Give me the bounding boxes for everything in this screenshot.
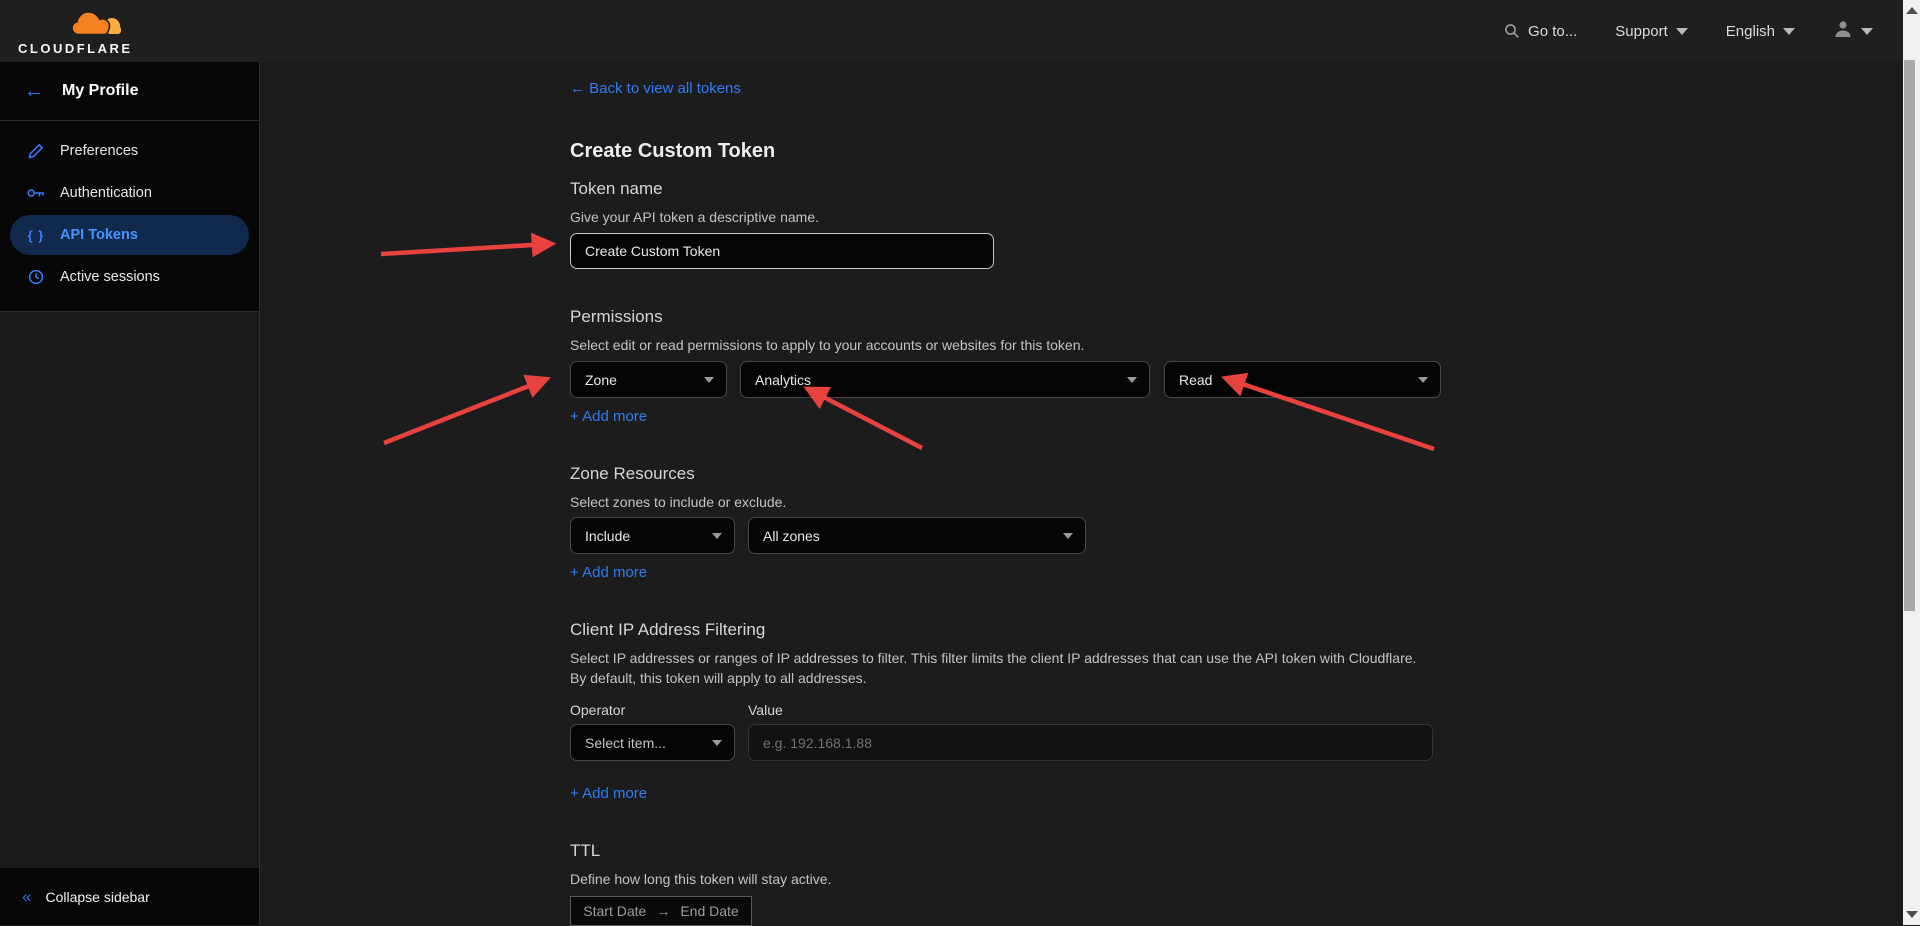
sidebar-header: ← My Profile	[0, 62, 259, 121]
double-chevron-left-icon: «	[22, 887, 29, 907]
goto-label: Go to...	[1528, 23, 1577, 40]
permissions-heading: Permissions	[570, 307, 1903, 327]
sidebar-title: My Profile	[62, 82, 138, 100]
sidebar-item-label: Active sessions	[60, 269, 160, 285]
collapse-sidebar-label: Collapse sidebar	[45, 889, 149, 905]
sidebar-item-label: API Tokens	[60, 227, 138, 243]
selected-value: All zones	[763, 528, 820, 544]
token-name-description: Give your API token a descriptive name.	[570, 207, 1432, 227]
cloudflare-cloud-icon	[71, 8, 123, 38]
chevron-down-icon	[1676, 28, 1688, 35]
ttl-description: Define how long this token will stay act…	[570, 869, 1432, 889]
permission-group-select[interactable]: Analytics	[740, 361, 1150, 398]
scrollbar-up-arrow-icon[interactable]	[1906, 7, 1918, 14]
sidebar-item-label: Preferences	[60, 143, 138, 159]
page-title: Create Custom Token	[570, 140, 1903, 163]
token-name-heading: Token name	[570, 179, 1903, 199]
permissions-description: Select edit or read permissions to apply…	[570, 335, 1432, 355]
main-content: ← Back to view all tokens Create Custom …	[260, 62, 1903, 925]
selected-value: Analytics	[755, 372, 811, 388]
page-scrollbar[interactable]	[1903, 0, 1920, 925]
top-header: CLOUDFLARE Go to... Support English	[0, 0, 1903, 62]
profile-sidebar: ← My Profile Preferences Authentication …	[0, 62, 260, 925]
user-icon	[1833, 19, 1853, 43]
scrollbar-thumb[interactable]	[1904, 60, 1915, 611]
chevron-down-icon	[704, 377, 714, 383]
support-label: Support	[1615, 23, 1668, 40]
back-to-tokens-link[interactable]: ← Back to view all tokens	[570, 80, 741, 97]
selected-value: Read	[1179, 372, 1212, 388]
zone-resources-description: Select zones to include or exclude.	[570, 492, 1432, 512]
permission-level-select[interactable]: Read	[1164, 361, 1441, 398]
account-menu[interactable]	[1833, 19, 1873, 43]
support-menu[interactable]: Support	[1615, 23, 1688, 40]
scrollbar-down-arrow-icon[interactable]	[1906, 911, 1918, 918]
start-date-label: Start Date	[583, 903, 646, 919]
ip-filtering-heading: Client IP Address Filtering	[570, 620, 1903, 640]
sidebar-item-authentication[interactable]: Authentication	[10, 173, 249, 213]
selected-value: Include	[585, 528, 630, 544]
chevron-down-icon	[1127, 377, 1137, 383]
value-placeholder: e.g. 192.168.1.88	[763, 735, 872, 751]
ip-filtering-add-more-link[interactable]: + Add more	[570, 785, 647, 802]
end-date-label: End Date	[680, 903, 738, 919]
chevron-down-icon	[712, 533, 722, 539]
search-icon	[1504, 23, 1520, 39]
select-placeholder: Select item...	[585, 735, 666, 751]
zone-scope-select[interactable]: All zones	[748, 517, 1086, 554]
collapse-sidebar-button[interactable]: « Collapse sidebar	[0, 868, 259, 925]
key-icon	[26, 186, 46, 200]
permission-scope-select[interactable]: Zone	[570, 361, 727, 398]
operator-label: Operator	[570, 702, 748, 718]
goto-search[interactable]: Go to...	[1504, 23, 1577, 40]
value-label: Value	[748, 702, 783, 718]
back-arrow-icon[interactable]: ←	[24, 80, 44, 103]
sidebar-item-active-sessions[interactable]: Active sessions	[10, 257, 249, 297]
sidebar-item-label: Authentication	[60, 185, 152, 201]
cloudflare-wordmark: CLOUDFLARE	[18, 41, 133, 56]
chevron-down-icon	[1418, 377, 1428, 383]
ip-value-combobox[interactable]: e.g. 192.168.1.88	[748, 724, 1433, 761]
chevron-down-icon	[1861, 28, 1873, 35]
sidebar-item-api-tokens[interactable]: { } API Tokens	[10, 215, 249, 255]
ip-filtering-description: Select IP addresses or ranges of IP addr…	[570, 648, 1432, 688]
ttl-heading: TTL	[570, 841, 1903, 861]
language-menu[interactable]: English	[1726, 23, 1795, 40]
zone-resources-add-more-link[interactable]: + Add more	[570, 564, 647, 581]
zone-include-select[interactable]: Include	[570, 517, 735, 554]
chevron-down-icon	[1783, 28, 1795, 35]
chevron-down-icon	[712, 740, 722, 746]
selected-value: Zone	[585, 372, 617, 388]
zone-resources-heading: Zone Resources	[570, 464, 1903, 484]
token-name-input[interactable]	[570, 233, 994, 269]
ip-operator-select[interactable]: Select item...	[570, 724, 735, 761]
permissions-add-more-link[interactable]: + Add more	[570, 408, 647, 425]
braces-icon: { }	[26, 228, 46, 243]
ttl-date-range-picker[interactable]: Start Date → End Date	[570, 896, 752, 926]
clock-icon	[26, 269, 46, 285]
pencil-icon	[26, 143, 46, 159]
cloudflare-logo[interactable]: CLOUDFLARE	[18, 6, 128, 58]
arrow-right-icon: →	[656, 903, 670, 919]
language-label: English	[1726, 23, 1775, 40]
sidebar-item-preferences[interactable]: Preferences	[10, 131, 249, 171]
chevron-down-icon	[1063, 533, 1073, 539]
